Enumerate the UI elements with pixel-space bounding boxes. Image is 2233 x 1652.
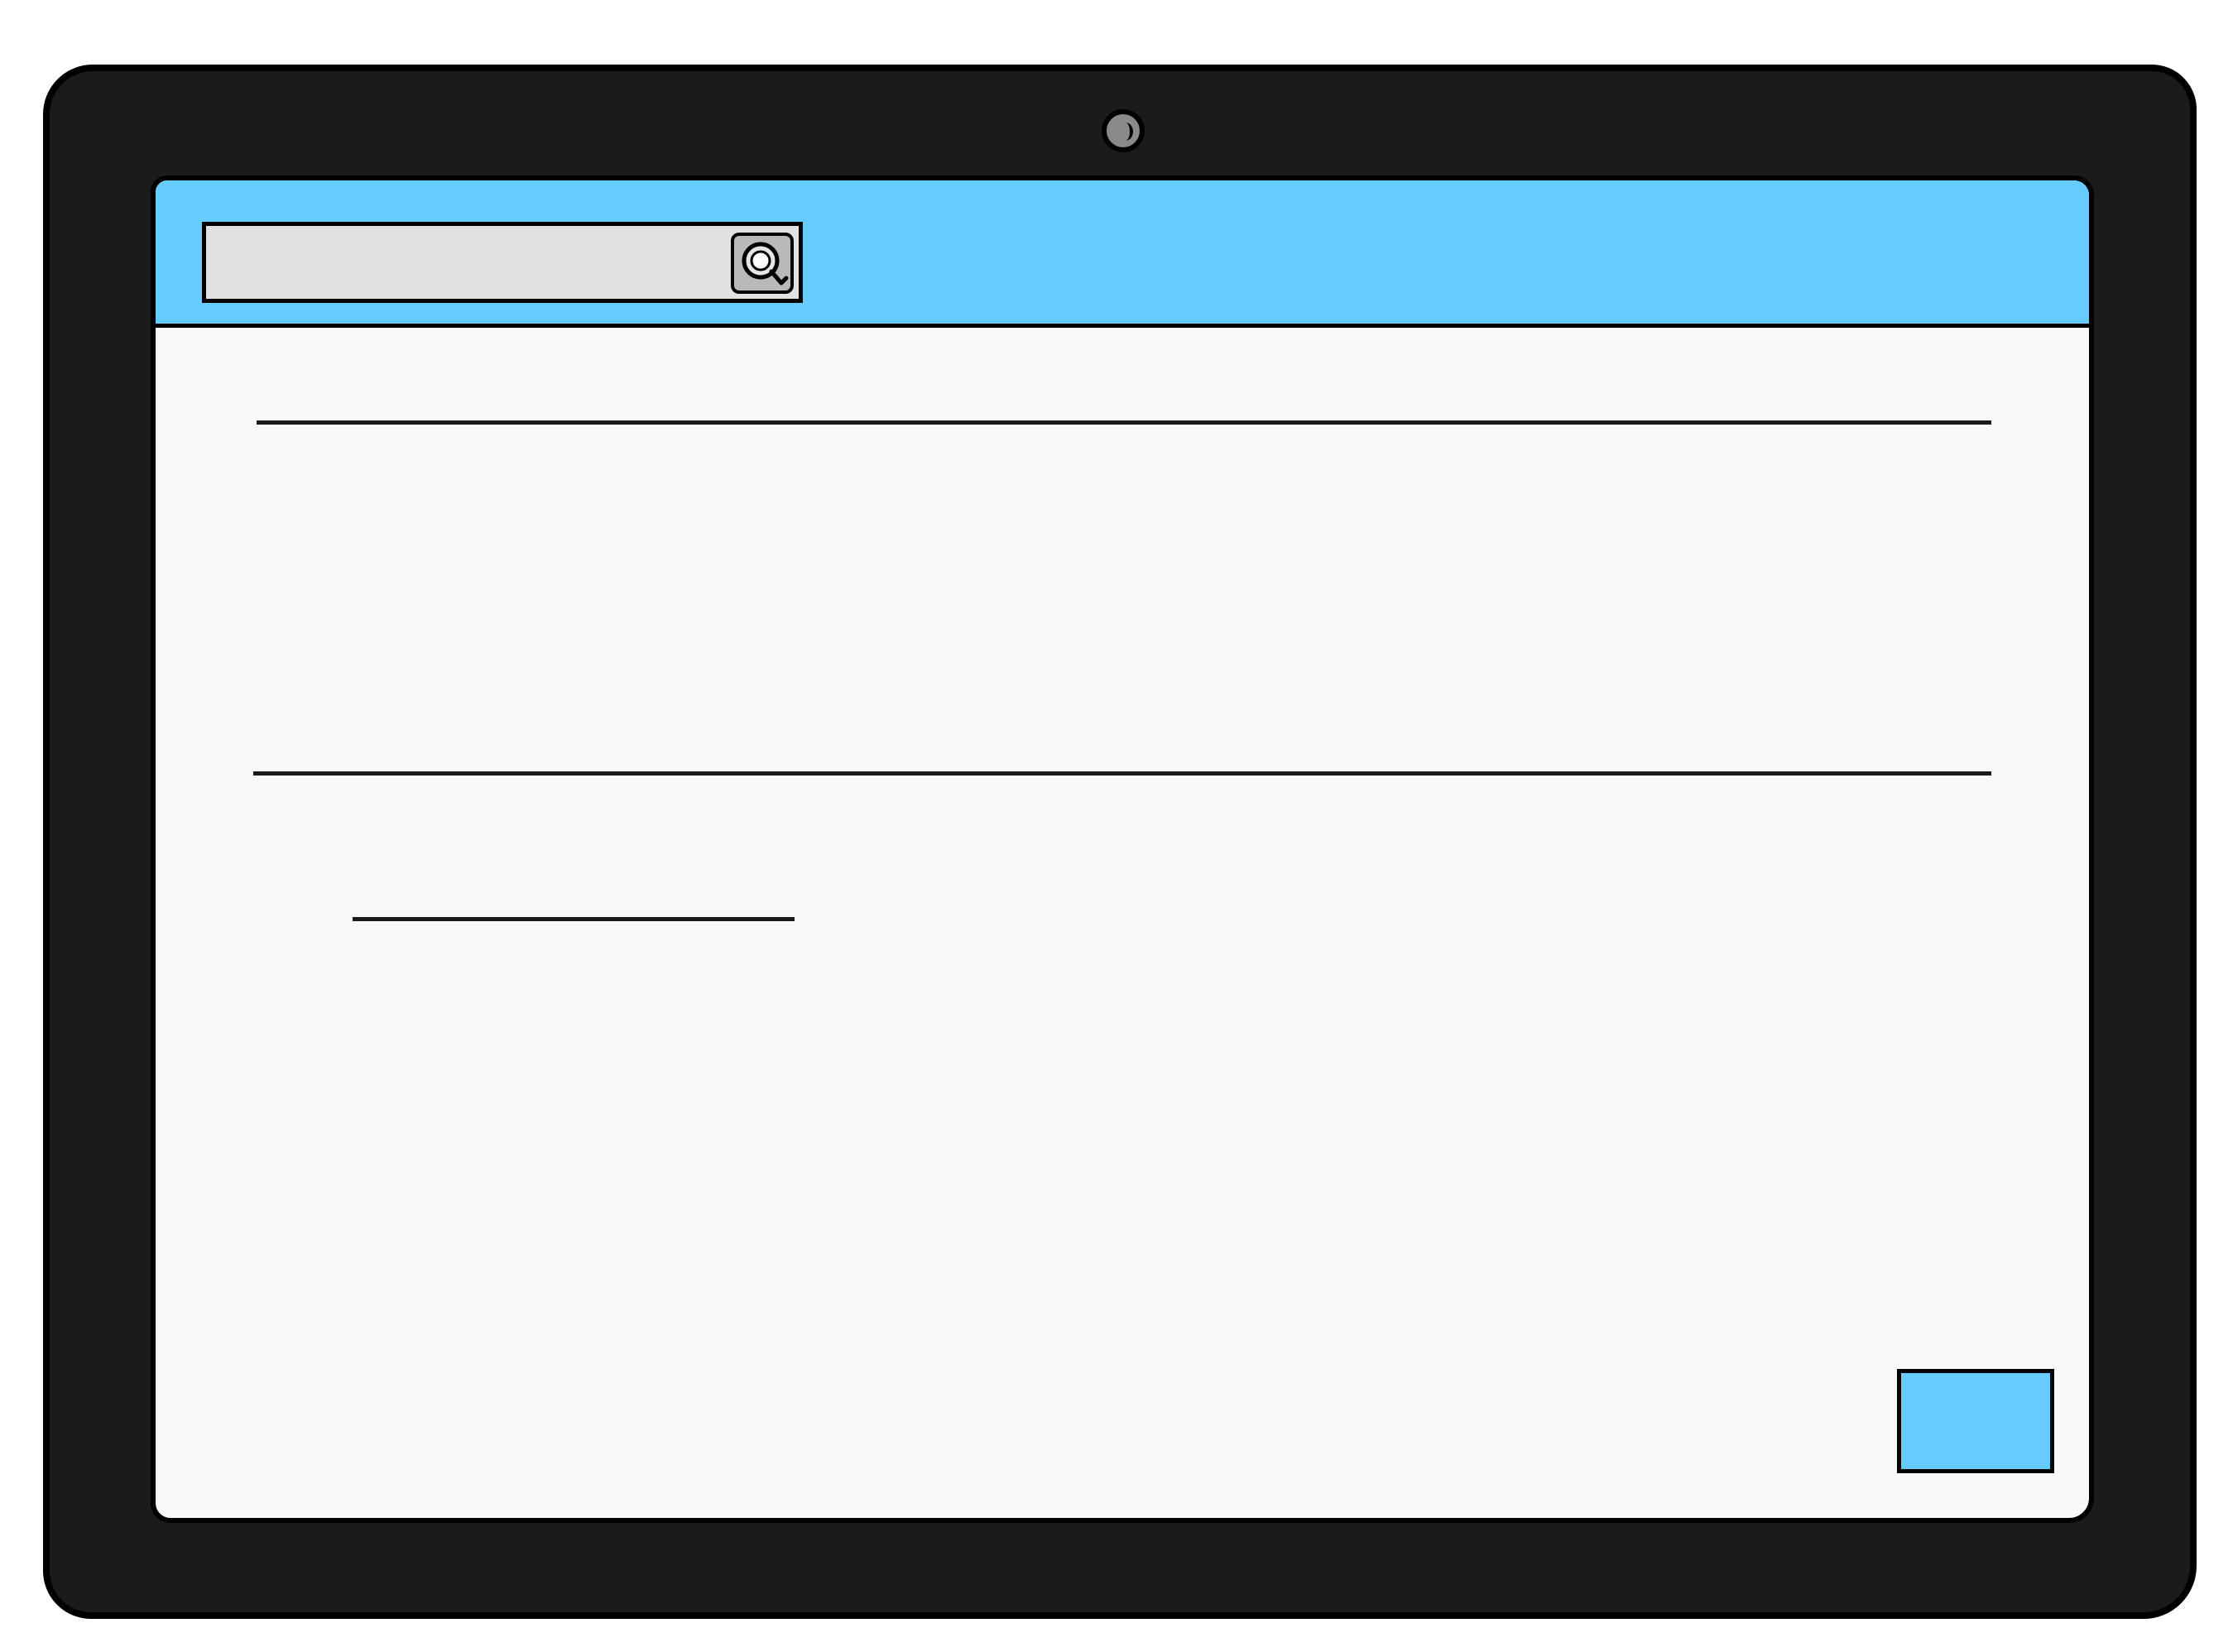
content-line-short [353, 917, 795, 921]
content-line [257, 420, 1991, 425]
search-input[interactable] [202, 222, 803, 303]
camera-icon [1102, 109, 1145, 152]
action-button[interactable] [1897, 1369, 2054, 1473]
top-bar [156, 180, 2089, 328]
content-line [253, 771, 1991, 776]
canvas [0, 0, 2233, 1652]
tablet-screen [151, 175, 2094, 1523]
search-button[interactable] [730, 232, 795, 295]
search-icon [731, 233, 794, 294]
